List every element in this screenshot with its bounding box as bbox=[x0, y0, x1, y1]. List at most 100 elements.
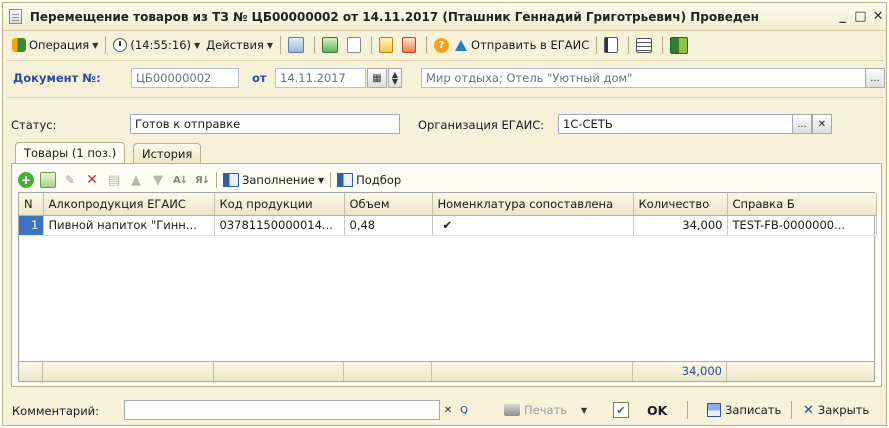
comment-label: Комментарий: bbox=[12, 404, 100, 418]
column-header-quantity[interactable]: Количество bbox=[633, 193, 728, 216]
table-header: N Алкопродукция ЕГАИС Код продукции Объе… bbox=[19, 193, 877, 216]
sort-descending-button[interactable]: Я↓ bbox=[194, 172, 210, 188]
document-date-field[interactable]: 14.11.2017 bbox=[275, 68, 366, 88]
print-button[interactable]: Печать ▼ bbox=[500, 399, 591, 421]
ok-button[interactable]: OK bbox=[643, 399, 671, 421]
toolbar-separator bbox=[596, 36, 598, 54]
help-icon: ? bbox=[434, 37, 450, 53]
status-field[interactable]: Готов к отправке bbox=[130, 114, 400, 134]
toolbar-separator bbox=[628, 36, 630, 54]
refresh-button[interactable] bbox=[319, 35, 344, 55]
cell-quantity[interactable]: 34,000 bbox=[633, 215, 728, 236]
move-up-button[interactable]: ▲ bbox=[128, 172, 144, 188]
refresh-icon bbox=[322, 37, 339, 53]
document-number-field[interactable]: ЦБ00000002 bbox=[131, 68, 239, 88]
clock-icon bbox=[113, 38, 128, 52]
delete-row-button[interactable]: ✕ bbox=[84, 172, 100, 188]
post-and-close-check-button[interactable]: ✔ bbox=[609, 399, 633, 421]
help-button[interactable]: ? bbox=[431, 35, 452, 55]
column-header-certificate[interactable]: Справка Б bbox=[727, 193, 877, 216]
tab-goods[interactable]: Товары (1 поз.) bbox=[15, 142, 126, 164]
column-header-volume[interactable]: Объем bbox=[344, 193, 433, 216]
date-stepper[interactable]: ▲ ▼ bbox=[388, 68, 402, 88]
based-on-button[interactable] bbox=[376, 35, 399, 55]
column-header-code[interactable]: Код продукции bbox=[214, 193, 345, 216]
column-header-n[interactable]: N bbox=[19, 193, 44, 216]
tab-history[interactable]: История bbox=[133, 143, 202, 164]
egais-org-clear-button[interactable]: ✕ bbox=[812, 114, 832, 134]
close-window-button[interactable]: ✕ bbox=[870, 9, 886, 25]
tree-view-button[interactable] bbox=[601, 35, 624, 55]
fill-icon bbox=[223, 173, 239, 187]
date-label: от bbox=[252, 71, 267, 85]
bottom-bar: Комментарий: ✕ Q Печать ▼ ✔ OK Записать … bbox=[3, 395, 886, 425]
add-row-button[interactable]: + bbox=[18, 172, 34, 188]
maximize-button[interactable]: □ bbox=[852, 9, 868, 25]
operation-icon bbox=[12, 38, 26, 52]
operation-label: Операция bbox=[29, 38, 90, 52]
post-document-button[interactable] bbox=[285, 35, 310, 55]
send-egais-button[interactable]: Отправить в ЕГАИС bbox=[452, 35, 592, 55]
cell-matched-checkmark[interactable]: ✔ bbox=[432, 215, 634, 236]
chevron-down-icon: ▼ bbox=[266, 40, 274, 50]
toolbar-separator bbox=[105, 36, 107, 54]
pick-button[interactable]: Подбор bbox=[337, 173, 401, 187]
edit-row-button[interactable]: ✎ bbox=[62, 172, 78, 188]
table-row[interactable]: 1 Пивной напиток "Гинн... 03781150000014… bbox=[19, 215, 877, 236]
structure-button[interactable] bbox=[399, 35, 422, 55]
end-edit-button[interactable]: ▤ bbox=[106, 172, 122, 188]
close-button[interactable]: ✕ Закрыть bbox=[799, 399, 873, 421]
toolbar-separator bbox=[426, 36, 428, 54]
list-icon bbox=[636, 37, 653, 53]
document-based-icon bbox=[379, 37, 394, 53]
chevron-down-icon: ▼ bbox=[194, 40, 201, 50]
column-header-matched[interactable]: Номенклатура сопоставлена bbox=[432, 193, 634, 216]
list-view-button[interactable] bbox=[633, 35, 658, 55]
copy-document-button[interactable] bbox=[344, 35, 367, 55]
chevron-down-icon: ▼ bbox=[318, 175, 325, 185]
save-button[interactable]: Записать bbox=[703, 399, 785, 421]
calendar-button[interactable]: ▦ bbox=[367, 68, 387, 88]
toolbar-separator bbox=[371, 36, 373, 54]
warehouse-select-button[interactable]: ... bbox=[865, 68, 885, 88]
table-footer: 34,000 bbox=[19, 361, 874, 381]
grid-toolbar: + ✎ ✕ ▤ ▲ ▼ A↓ Я↓ Заполнение ▼ Подбор bbox=[18, 169, 401, 191]
column-header-product[interactable]: Алкопродукция ЕГАИС bbox=[43, 193, 215, 216]
cell-product[interactable]: Пивной напиток "Гинн... bbox=[43, 215, 215, 236]
search-icon[interactable]: Q bbox=[456, 400, 472, 420]
actions-menu[interactable]: Действия ▼ bbox=[203, 35, 276, 55]
copy-document-icon bbox=[347, 37, 362, 53]
fill-menu[interactable]: Заполнение ▼ bbox=[223, 173, 324, 187]
calendar-icon: ▦ bbox=[372, 72, 382, 84]
minimize-button[interactable]: _ bbox=[835, 9, 851, 25]
time-menu[interactable]: (14:55:16) ▼ bbox=[110, 35, 203, 55]
fill-label: Заполнение bbox=[242, 173, 315, 187]
export-button[interactable] bbox=[667, 35, 694, 55]
send-egais-label: Отправить в ЕГАИС bbox=[471, 38, 590, 52]
move-down-button[interactable]: ▼ bbox=[150, 172, 166, 188]
comment-field[interactable] bbox=[124, 400, 440, 420]
operation-menu[interactable]: Операция ▼ bbox=[9, 35, 101, 55]
post-icon bbox=[288, 37, 305, 53]
printer-icon bbox=[504, 404, 520, 416]
chevron-down-icon: ▼ bbox=[92, 40, 99, 50]
copy-row-button[interactable] bbox=[40, 172, 56, 188]
toolbar-separator bbox=[791, 401, 792, 419]
time-label: (14:55:16) bbox=[130, 38, 191, 52]
egais-org-select-button[interactable]: ... bbox=[792, 114, 812, 134]
document-window: Перемещение товаров из ТЗ № ЦБ00000002 о… bbox=[2, 2, 887, 426]
warehouse-field[interactable]: Мир отдыха; Отель "Уютный дом" bbox=[421, 68, 867, 88]
egais-org-field[interactable]: 1С-СЕТЬ bbox=[558, 114, 793, 134]
toolbar-separator bbox=[330, 172, 332, 188]
document-number-label: Документ №: bbox=[13, 71, 101, 85]
toolbar-separator bbox=[662, 36, 664, 54]
spreadsheet-icon bbox=[670, 36, 689, 54]
window-title: Перемещение товаров из ТЗ № ЦБ00000002 о… bbox=[29, 9, 759, 24]
close-icon: ✕ bbox=[803, 402, 814, 418]
toolbar-separator bbox=[280, 36, 282, 54]
comment-clear-button[interactable]: ✕ bbox=[440, 400, 456, 420]
cell-code[interactable]: 03781150000014... bbox=[214, 215, 345, 236]
sort-ascending-button[interactable]: A↓ bbox=[172, 172, 188, 188]
cell-certificate[interactable]: TEST-FB-0000000... bbox=[727, 215, 877, 236]
cell-volume[interactable]: 0,48 bbox=[344, 215, 433, 236]
